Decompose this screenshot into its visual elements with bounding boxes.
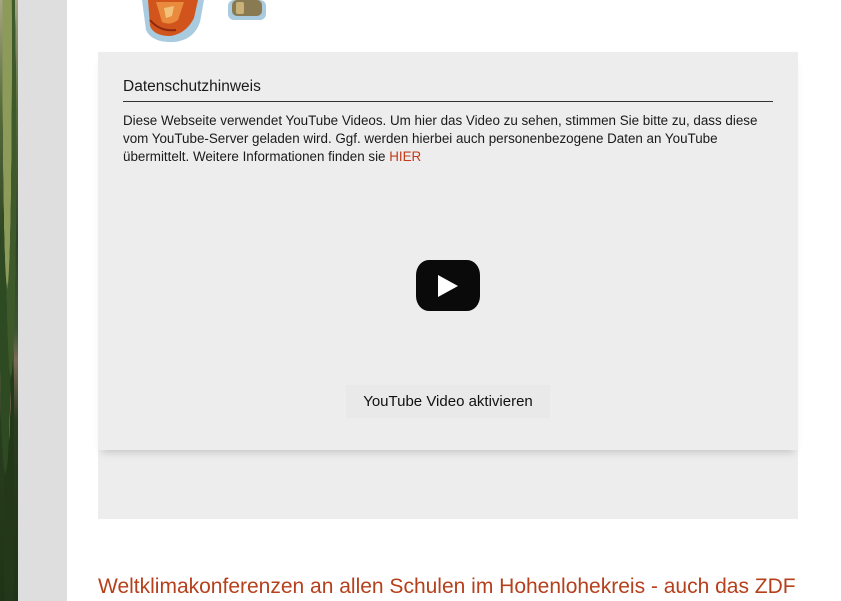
privacy-info-link[interactable]: HIER: [389, 149, 421, 164]
consent-body-text: Diese Webseite verwendet YouTube Videos.…: [123, 113, 758, 164]
consent-text: Diese Webseite verwendet YouTube Videos.…: [123, 112, 773, 166]
play-button[interactable]: [416, 260, 480, 311]
article-headline-link[interactable]: Weltklimakonferenzen an allen Schulen im…: [98, 575, 818, 599]
illustration-image: [134, 0, 274, 44]
left-sidebar-bar: [18, 0, 67, 601]
consent-card: Datenschutzhinweis Diese Webseite verwen…: [98, 52, 798, 450]
youtube-consent-panel: Datenschutzhinweis Diese Webseite verwen…: [98, 52, 798, 519]
consent-title: Datenschutzhinweis: [123, 78, 773, 102]
youtube-play-icon: [438, 274, 458, 297]
activate-youtube-button[interactable]: YouTube Video aktivieren: [346, 385, 550, 418]
background-photo-strip: [0, 0, 18, 601]
